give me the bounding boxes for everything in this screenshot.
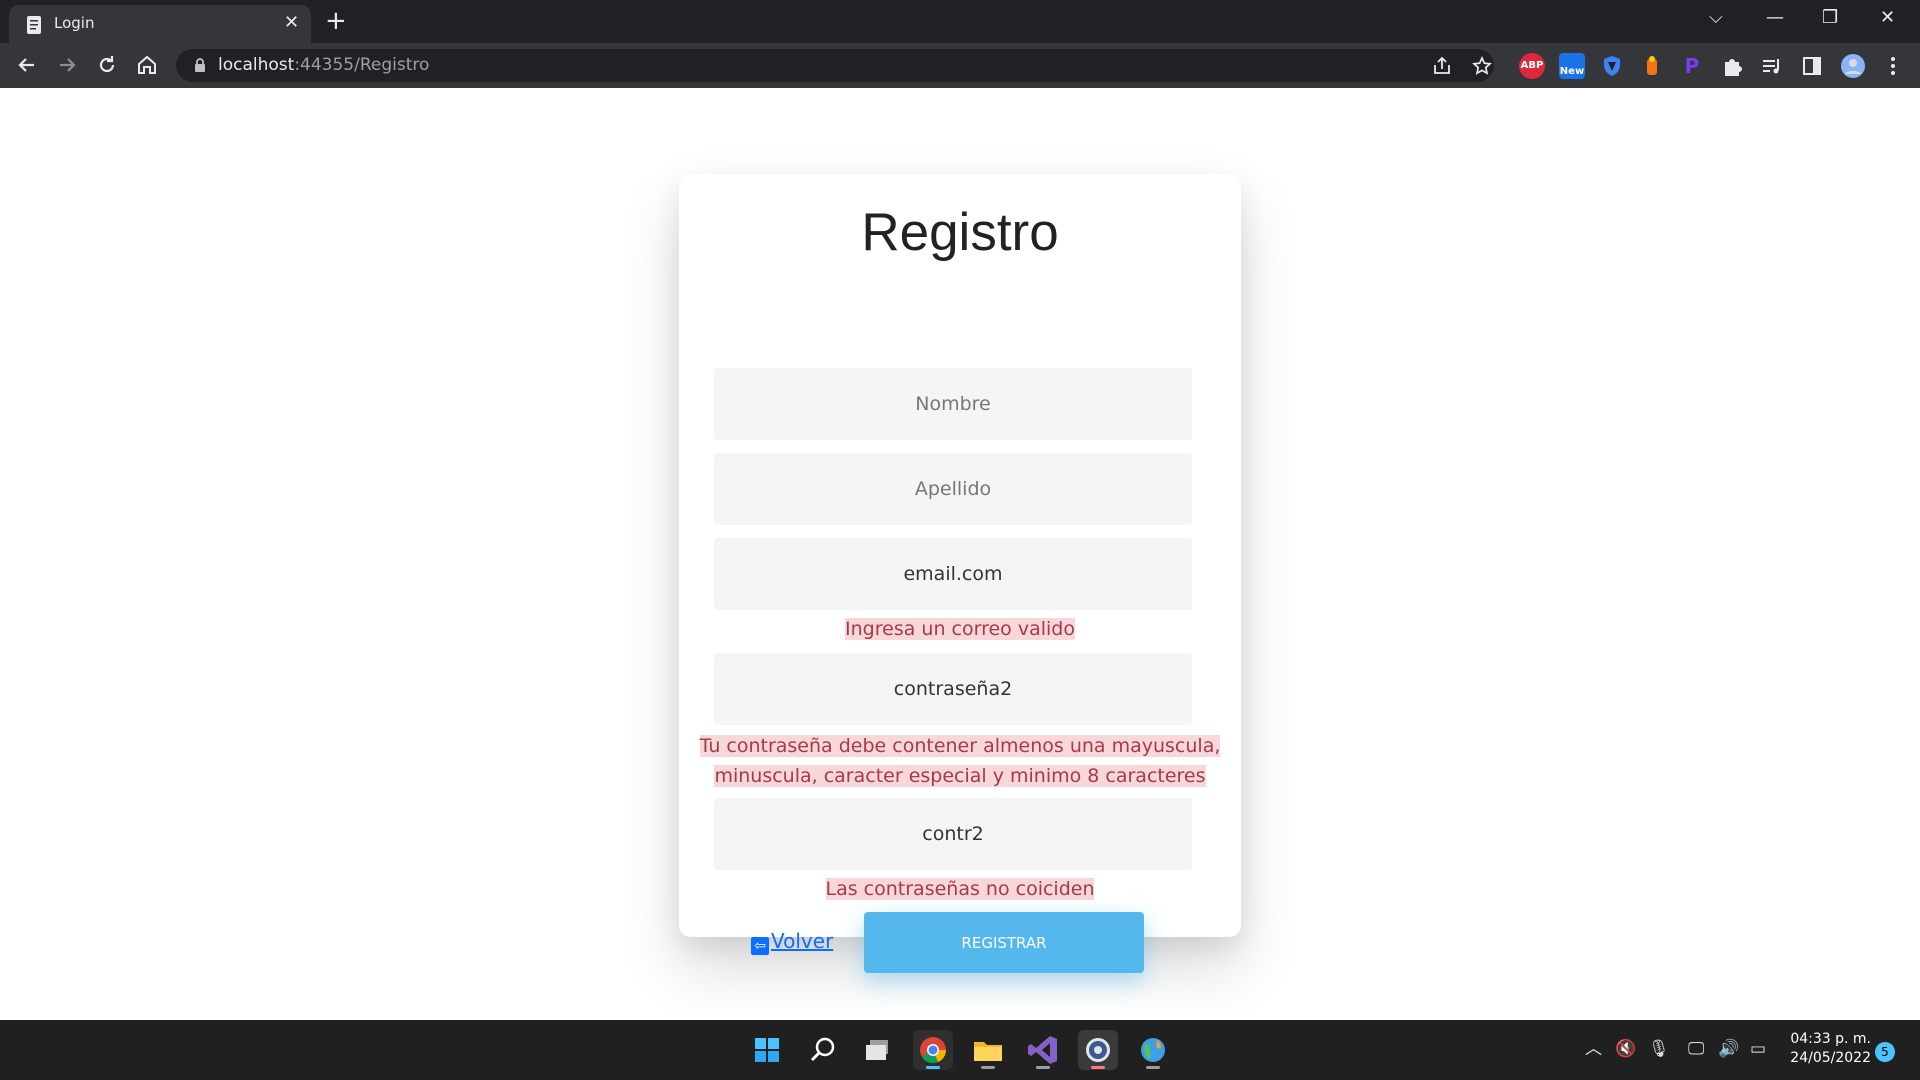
battery-icon[interactable]: ▭ <box>1750 1038 1766 1060</box>
new-tab-button[interactable]: + <box>325 5 347 37</box>
windows-start-icon[interactable] <box>747 1030 787 1070</box>
page-title: Registro <box>861 203 1059 262</box>
password-error-line1: Tu contraseña debe contener almenos una … <box>699 735 1221 757</box>
adblock-plus-icon[interactable]: ABP <box>1519 53 1545 79</box>
address-bar[interactable]: localhost:44355/Registro <box>176 49 1494 82</box>
confirm-password-input[interactable] <box>714 798 1192 870</box>
running-app-indicator <box>1091 1066 1105 1069</box>
bookmark-star-icon[interactable] <box>1471 55 1493 77</box>
browser-toolbar: localhost:44355/Registro ABP New P <box>0 43 1920 88</box>
back-arrow-icon: ⇦ <box>751 937 769 955</box>
chrome-icon <box>920 1037 946 1064</box>
running-app-indicator <box>1146 1066 1160 1069</box>
page-favicon-icon <box>27 16 41 34</box>
taskbar-chrome[interactable] <box>913 1030 953 1070</box>
visual-studio-icon <box>1028 1036 1057 1064</box>
url-text[interactable]: localhost:44355/Registro <box>218 55 429 75</box>
tab-search-dropdown-icon[interactable]: ⌵ <box>1709 6 1723 30</box>
back-link-label: Volver <box>771 929 834 953</box>
home-icon[interactable] <box>134 52 160 78</box>
back-arrow-icon[interactable] <box>14 52 40 78</box>
email-error-text: Ingresa un correo valido <box>845 618 1075 640</box>
volume-icon[interactable]: 🔊 <box>1718 1038 1739 1060</box>
share-icon[interactable] <box>1431 55 1453 77</box>
register-card: Registro Ingresa un correo valido Tu con… <box>679 174 1241 973</box>
browser-tab-strip: Login ✕ + ⌵ — ❐ ✕ <box>0 0 1920 43</box>
p-extension-icon[interactable]: P <box>1679 53 1705 79</box>
side-panel-icon[interactable] <box>1799 53 1825 79</box>
forward-arrow-icon[interactable] <box>54 52 80 78</box>
tab-title: Login <box>54 14 95 32</box>
tab-close-icon[interactable]: ✕ <box>284 13 299 33</box>
running-app-indicator <box>1036 1066 1050 1069</box>
page-viewport: Registro Ingresa un correo valido Tu con… <box>0 88 1920 1020</box>
running-app-indicator <box>981 1066 995 1069</box>
url-host: localhost <box>218 55 295 75</box>
profile-avatar[interactable] <box>1840 53 1866 79</box>
globe-icon <box>1141 1038 1165 1062</box>
confirm-error-message: Las contraseñas no coiciden <box>679 874 1241 904</box>
apellido-input[interactable] <box>714 453 1192 525</box>
back-link[interactable]: ⇦ Volver <box>751 929 833 955</box>
nombre-input[interactable] <box>714 368 1192 440</box>
obs-icon <box>1086 1038 1110 1062</box>
close-window-button[interactable]: ✕ <box>1880 6 1895 30</box>
url-path: :44355/Registro <box>294 55 430 75</box>
chrome-menu-icon[interactable] <box>1880 53 1906 79</box>
notification-count-badge[interactable]: 5 <box>1875 1042 1895 1062</box>
search-icon[interactable] <box>803 1030 843 1070</box>
confirm-error-text: Las contraseñas no coiciden <box>825 878 1095 900</box>
clock-time: 04:33 p. m. <box>1790 1031 1871 1047</box>
taskbar-globe-app[interactable] <box>1133 1030 1173 1070</box>
system-clock[interactable]: 04:33 p. m. 24/05/2022 <box>1785 1030 1871 1068</box>
folder-icon <box>974 1042 1002 1061</box>
lock-icon[interactable] <box>192 57 208 73</box>
password-error-message: Tu contraseña debe contener almenos una … <box>679 731 1241 791</box>
browser-tab[interactable]: Login ✕ <box>9 5 311 43</box>
microphone-icon[interactable]: 🎙 <box>1648 1038 1670 1060</box>
windows-taskbar: ︿ 🔇 🎙 🖵 🔊 ▭ 04:33 p. m. 24/05/2022 5 <box>0 1020 1920 1080</box>
new-extension-icon[interactable]: New <box>1559 53 1585 79</box>
taskbar-visual-studio[interactable] <box>1023 1030 1063 1070</box>
network-icon[interactable]: 🖵 <box>1688 1038 1704 1060</box>
password-input[interactable] <box>714 653 1192 725</box>
taskbar-file-explorer[interactable] <box>968 1030 1008 1070</box>
orange-extension-icon[interactable] <box>1639 53 1665 79</box>
password-error-line2: minuscula, caracter especial y minimo 8 … <box>714 765 1206 787</box>
taskbar-obs[interactable] <box>1078 1030 1118 1070</box>
media-queue-icon[interactable] <box>1759 53 1785 79</box>
reload-icon[interactable] <box>94 52 120 78</box>
task-view-icon[interactable] <box>858 1030 898 1070</box>
clock-date: 24/05/2022 <box>1790 1050 1871 1066</box>
show-hidden-icons-chevron-icon[interactable]: ︿ <box>1585 1038 1602 1060</box>
extensions-puzzle-icon[interactable] <box>1719 53 1745 79</box>
active-app-indicator <box>926 1066 940 1069</box>
email-input[interactable] <box>714 538 1192 610</box>
email-error-message: Ingresa un correo valido <box>679 614 1241 644</box>
minimize-button[interactable]: — <box>1766 6 1784 30</box>
restore-button[interactable]: ❐ <box>1822 6 1838 30</box>
register-button[interactable]: REGISTRAR <box>864 912 1144 973</box>
shield-extension-icon[interactable] <box>1599 53 1625 79</box>
speaker-muted-icon[interactable]: 🔇 <box>1615 1038 1636 1060</box>
